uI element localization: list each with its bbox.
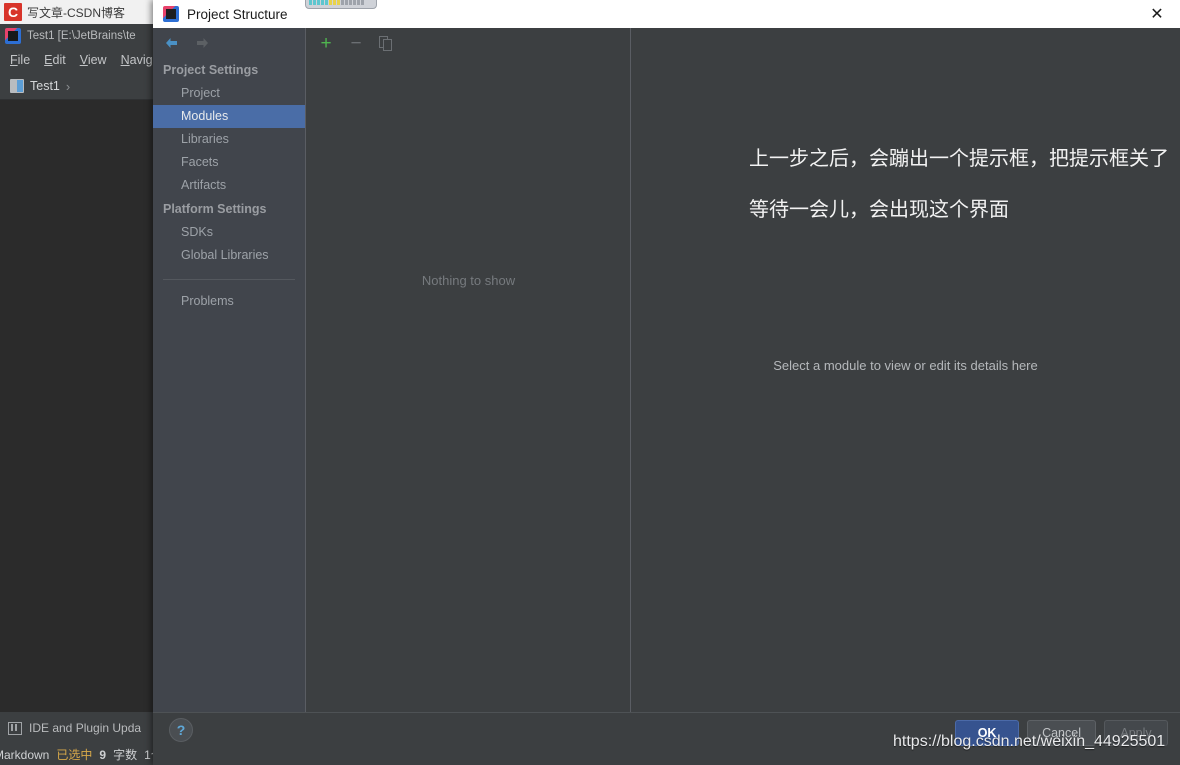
project-structure-dialog: Project Structure ✕ Project Settings Pro… <box>153 0 1180 765</box>
breadcrumb-separator-icon: › <box>65 78 71 94</box>
cancel-button[interactable]: Cancel <box>1027 720 1096 746</box>
breadcrumb[interactable]: Test1 › <box>0 73 153 100</box>
dialog-action-buttons: OK Cancel Apply <box>955 720 1168 746</box>
sidebar-item-facets[interactable]: Facets <box>153 151 305 174</box>
menu-view-accel: V <box>79 53 88 67</box>
help-question-icon[interactable]: ? <box>169 718 193 742</box>
csdn-logo-icon: C <box>4 3 22 21</box>
plus-icon[interactable]: + <box>318 34 334 53</box>
nav-section-platform-settings: Platform Settings <box>163 202 267 216</box>
arrow-right-icon[interactable] <box>193 35 211 51</box>
dialog-title: Project Structure <box>187 6 288 22</box>
menu-navigate-accel: N <box>120 53 130 67</box>
menu-item-view[interactable]: View <box>80 53 107 67</box>
screen-root: C 写文章-CSDN博客 Test1 [E:\JetBrains\te File… <box>0 0 1180 765</box>
editor-area <box>0 100 153 712</box>
browser-tab[interactable]: C 写文章-CSDN博客 <box>0 0 153 25</box>
sidebar-item-project[interactable]: Project <box>153 82 305 105</box>
nav-history-toolbar <box>153 28 305 58</box>
menu-item-navigate[interactable]: Naviga <box>121 53 153 67</box>
apply-button[interactable]: Apply <box>1104 720 1168 746</box>
module-detail-panel: 上一步之后，会蹦出一个提示框，把提示框关了 等待一会儿，会出现这个界面 Sele… <box>631 28 1180 712</box>
status-file-type: Markdown <box>0 747 50 762</box>
modules-toolbar: + − <box>306 28 630 58</box>
intellij-idea-icon <box>163 6 179 22</box>
status-word-unit: 字数 <box>113 748 138 762</box>
menu-navigate-rest: aviga <box>129 53 153 67</box>
sidebar-item-sdks[interactable]: SDKs <box>153 221 305 244</box>
menu-edit-rest: dit <box>52 53 66 67</box>
notification-label: IDE and Plugin Upda <box>29 721 142 735</box>
status-selected-label: 已选中 <box>56 748 93 762</box>
arrow-left-icon[interactable] <box>163 35 181 51</box>
browser-tab-title: 写文章-CSDN博客 <box>27 5 125 20</box>
modules-list-panel: + − Nothing to show <box>306 28 631 712</box>
dialog-footer: ? OK Cancel Apply <box>153 712 1180 765</box>
ide-window-title: Test1 [E:\JetBrains\te <box>27 29 136 42</box>
annotation-line-2: 等待一会儿，会出现这个界面 <box>749 199 1009 221</box>
annotation-overlay: 上一步之后，会蹦出一个提示框，把提示框关了 等待一会儿，会出现这个界面 <box>749 146 1179 248</box>
ide-menubar: File Edit View Naviga <box>0 47 153 73</box>
notification-item-ide-updates[interactable]: IDE and Plugin Upda <box>0 712 153 744</box>
intellij-idea-icon <box>5 27 21 44</box>
sidebar-item-global-libraries[interactable]: Global Libraries <box>153 244 305 267</box>
status-line-count: 1个 <box>144 748 153 762</box>
detail-hint-message: Select a module to view or edit its deta… <box>773 358 1038 373</box>
menu-item-file[interactable]: File <box>10 53 30 67</box>
close-icon[interactable]: ✕ <box>1134 0 1180 28</box>
dialog-titlebar: Project Structure ✕ <box>153 0 1180 28</box>
sidebar-item-libraries[interactable]: Libraries <box>153 128 305 151</box>
menu-item-edit[interactable]: Edit <box>44 53 66 67</box>
menu-file-accel: F <box>10 53 18 67</box>
ide-update-icon <box>8 721 22 735</box>
menu-file-rest: ile <box>17 53 31 67</box>
nav-section-project-settings: Project Settings <box>163 63 259 77</box>
status-word-count: 9 <box>99 747 107 762</box>
menu-view-rest: iew <box>87 53 107 67</box>
ide-window-titlebar: Test1 [E:\JetBrains\te <box>0 24 153 47</box>
copy-icon[interactable] <box>378 35 394 51</box>
dialog-body: Project Settings Project Modules Librari… <box>153 28 1180 712</box>
settings-sidebar: Project Settings Project Modules Librari… <box>153 28 306 712</box>
menu-edit-accel: E <box>44 53 53 67</box>
ok-button[interactable]: OK <box>955 720 1020 746</box>
module-icon <box>10 79 24 93</box>
empty-state-message: Nothing to show <box>421 273 516 288</box>
sidebar-item-problems[interactable]: Problems <box>153 290 305 313</box>
annotation-line-1: 上一步之后，会蹦出一个提示框，把提示框关了 <box>749 148 1169 170</box>
sidebar-item-modules[interactable]: Modules <box>153 105 305 128</box>
breadcrumb-project-label: Test1 <box>30 79 60 93</box>
indexing-progress-indicator <box>305 0 377 9</box>
sidebar-item-artifacts[interactable]: Artifacts <box>153 174 305 197</box>
status-bar: Markdown 已选中 9 字数 1个 <box>0 744 153 765</box>
sidebar-divider <box>163 279 295 280</box>
minus-icon[interactable]: − <box>348 34 364 53</box>
